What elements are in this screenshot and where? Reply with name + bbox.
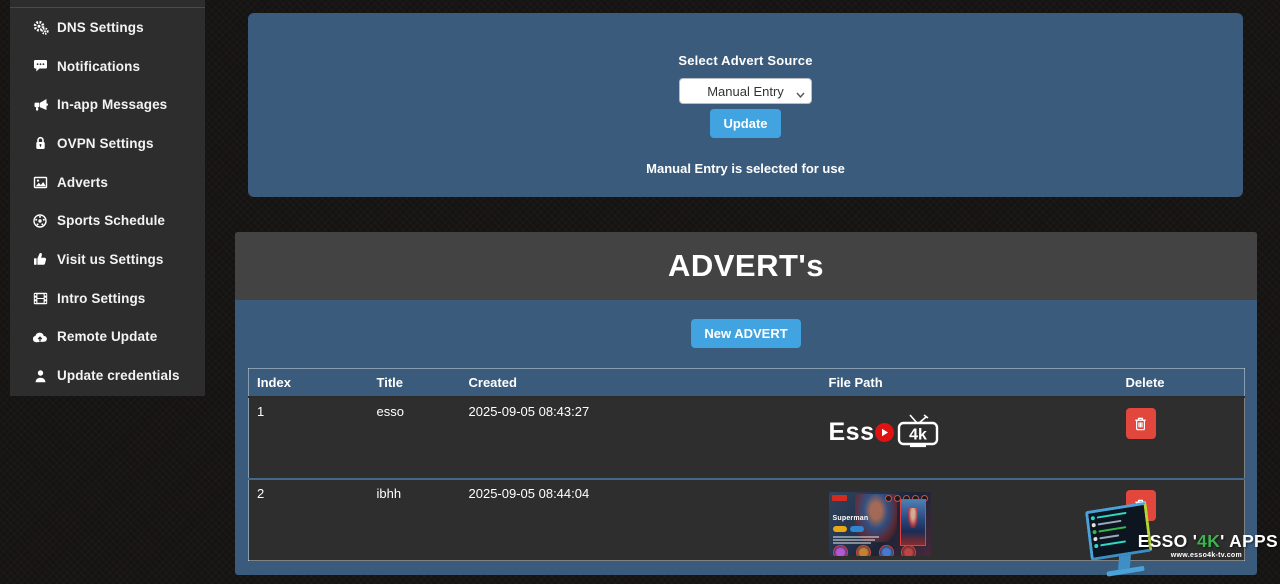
sidebar-item-label: Update credentials (57, 368, 180, 383)
film-icon (31, 291, 49, 306)
column-header-delete: Delete (1118, 369, 1245, 398)
sidebar-item-label: In-app Messages (57, 97, 167, 112)
column-header-title: Title (369, 369, 461, 398)
thumbs-up-icon (31, 252, 49, 267)
adverts-title: ADVERT's (668, 248, 824, 284)
column-header-file-path: File Path (821, 369, 1118, 398)
sidebar-item-label: Sports Schedule (57, 213, 165, 228)
delete-button[interactable] (1126, 408, 1156, 439)
trash-icon (1134, 417, 1147, 431)
svg-text:4k: 4k (910, 427, 928, 444)
sidebar-item-in-app-messages[interactable]: In-app Messages (10, 85, 205, 124)
cell-title: esso (369, 397, 461, 479)
cogs-icon (31, 20, 49, 35)
cell-file-path: Superman (821, 479, 1118, 561)
sidebar-top-divider (10, 0, 205, 8)
cell-index: 2 (249, 479, 369, 561)
sidebar-item-label: DNS Settings (57, 20, 144, 35)
esso-4k-logo-image: Ess 4k (829, 414, 1118, 450)
new-advert-button[interactable]: New ADVERT (691, 319, 800, 348)
table-header-row: Index Title Created File Path Delete (249, 369, 1245, 398)
cell-created: 2025-09-05 08:44:04 (461, 479, 821, 561)
sidebar-item-label: Adverts (57, 175, 108, 190)
cell-delete (1118, 397, 1245, 479)
sidebar-item-label: Visit us Settings (57, 252, 163, 267)
sidebar-item-label: Notifications (57, 59, 140, 74)
sidebar-item-remote-update[interactable]: Remote Update (10, 318, 205, 357)
esso-4k-watermark: ESSO '4K' APPS www.esso4k-tv.com (1080, 494, 1280, 584)
futbol-icon (31, 213, 49, 228)
advert-source-panel: Select Advert Source Manual Entry Update… (248, 13, 1243, 197)
advert-thumbnail-image: Superman (829, 492, 931, 556)
bullhorn-icon (31, 97, 49, 112)
sidebar-item-intro-settings[interactable]: Intro Settings (10, 279, 205, 318)
thumb-poster (900, 499, 926, 546)
page: DNS Settings Notifications (0, 0, 1280, 584)
update-button[interactable]: Update (710, 109, 780, 138)
column-header-index: Index (249, 369, 369, 398)
sidebar: DNS Settings Notifications (10, 0, 205, 396)
brand-website: www.esso4k-tv.com (1171, 552, 1242, 559)
sidebar-item-visit-us-settings[interactable]: Visit us Settings (10, 240, 205, 279)
column-header-created: Created (461, 369, 821, 398)
comment-icon (31, 59, 49, 74)
cell-file-path: Ess 4k (821, 397, 1118, 479)
play-icon (875, 423, 894, 442)
sidebar-item-notifications[interactable]: Notifications (10, 47, 205, 86)
chevron-down-icon (796, 86, 805, 101)
thumb-title: Superman (833, 515, 869, 522)
esso-logo-text: Ess (829, 420, 875, 445)
tv-4k-icon: 4k (897, 414, 939, 450)
image-icon (31, 175, 49, 190)
cell-index: 1 (249, 397, 369, 479)
sidebar-item-sports-schedule[interactable]: Sports Schedule (10, 201, 205, 240)
user-icon (31, 368, 49, 383)
cell-title: ibhh (369, 479, 461, 561)
sidebar-item-label: OVPN Settings (57, 136, 154, 151)
advert-source-select-value: Manual Entry (707, 84, 784, 99)
brand-text: ESSO '4K' APPS (1138, 531, 1278, 552)
cell-created: 2025-09-05 08:43:27 (461, 397, 821, 479)
sidebar-item-adverts[interactable]: Adverts (10, 163, 205, 202)
table-row: 1 esso 2025-09-05 08:43:27 Ess (249, 397, 1245, 479)
sidebar-item-label: Remote Update (57, 329, 157, 344)
sidebar-item-ovpn-settings[interactable]: OVPN Settings (10, 124, 205, 163)
sidebar-item-update-credentials[interactable]: Update credentials (10, 356, 205, 395)
cloud-upload-icon (31, 329, 49, 344)
advert-source-select[interactable]: Manual Entry (679, 78, 812, 104)
adverts-header: ADVERT's (235, 232, 1257, 300)
advert-source-status: Manual Entry is selected for use (248, 161, 1243, 176)
select-advert-source-label: Select Advert Source (248, 13, 1243, 68)
sidebar-item-dns-settings[interactable]: DNS Settings (10, 8, 205, 47)
thumb-logo-badge (832, 495, 847, 501)
sidebar-item-label: Intro Settings (57, 291, 145, 306)
lock-icon (31, 136, 49, 151)
